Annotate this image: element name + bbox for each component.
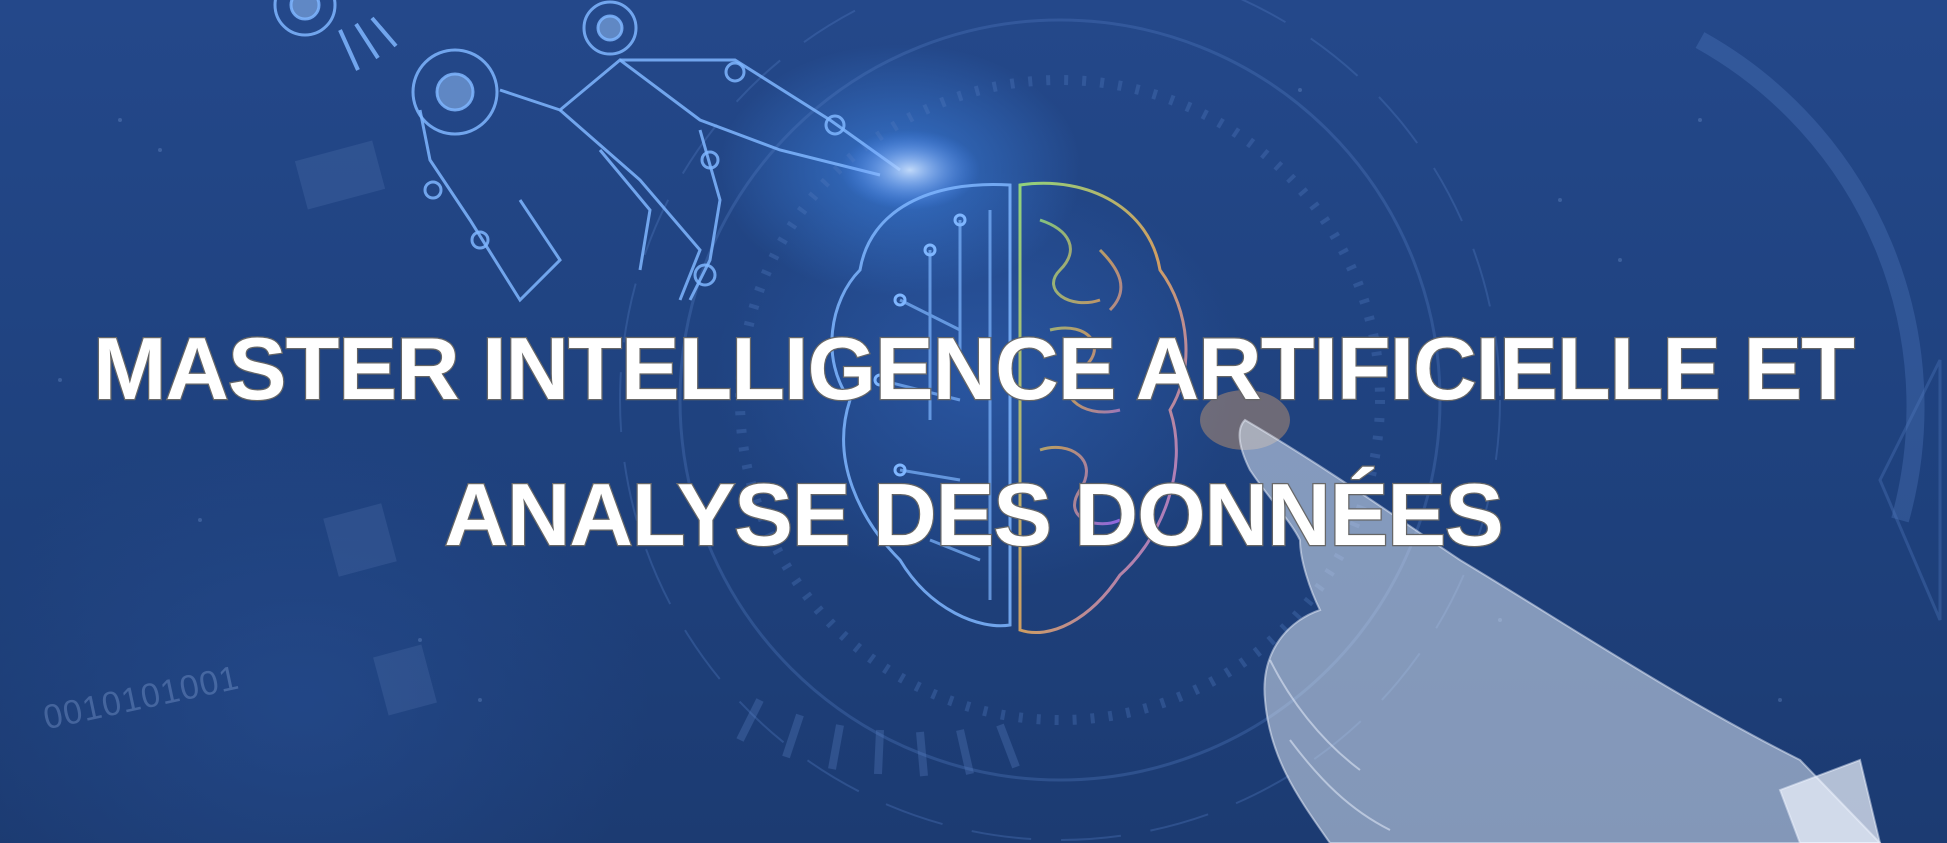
hero-banner: 0010101001 MASTER INTELLIGENCE ARTIFICIE… xyxy=(0,0,1947,843)
hud-ticks xyxy=(736,698,1020,777)
title-line-1: MASTER INTELLIGENCE ARTIFICIELLE ET xyxy=(92,318,1856,420)
banner-title: MASTER INTELLIGENCE ARTIFICIELLE ET ANAL… xyxy=(0,296,1947,588)
title-line-2: ANALYSE DES DONNÉES xyxy=(443,464,1505,566)
touch-glow xyxy=(840,130,980,210)
